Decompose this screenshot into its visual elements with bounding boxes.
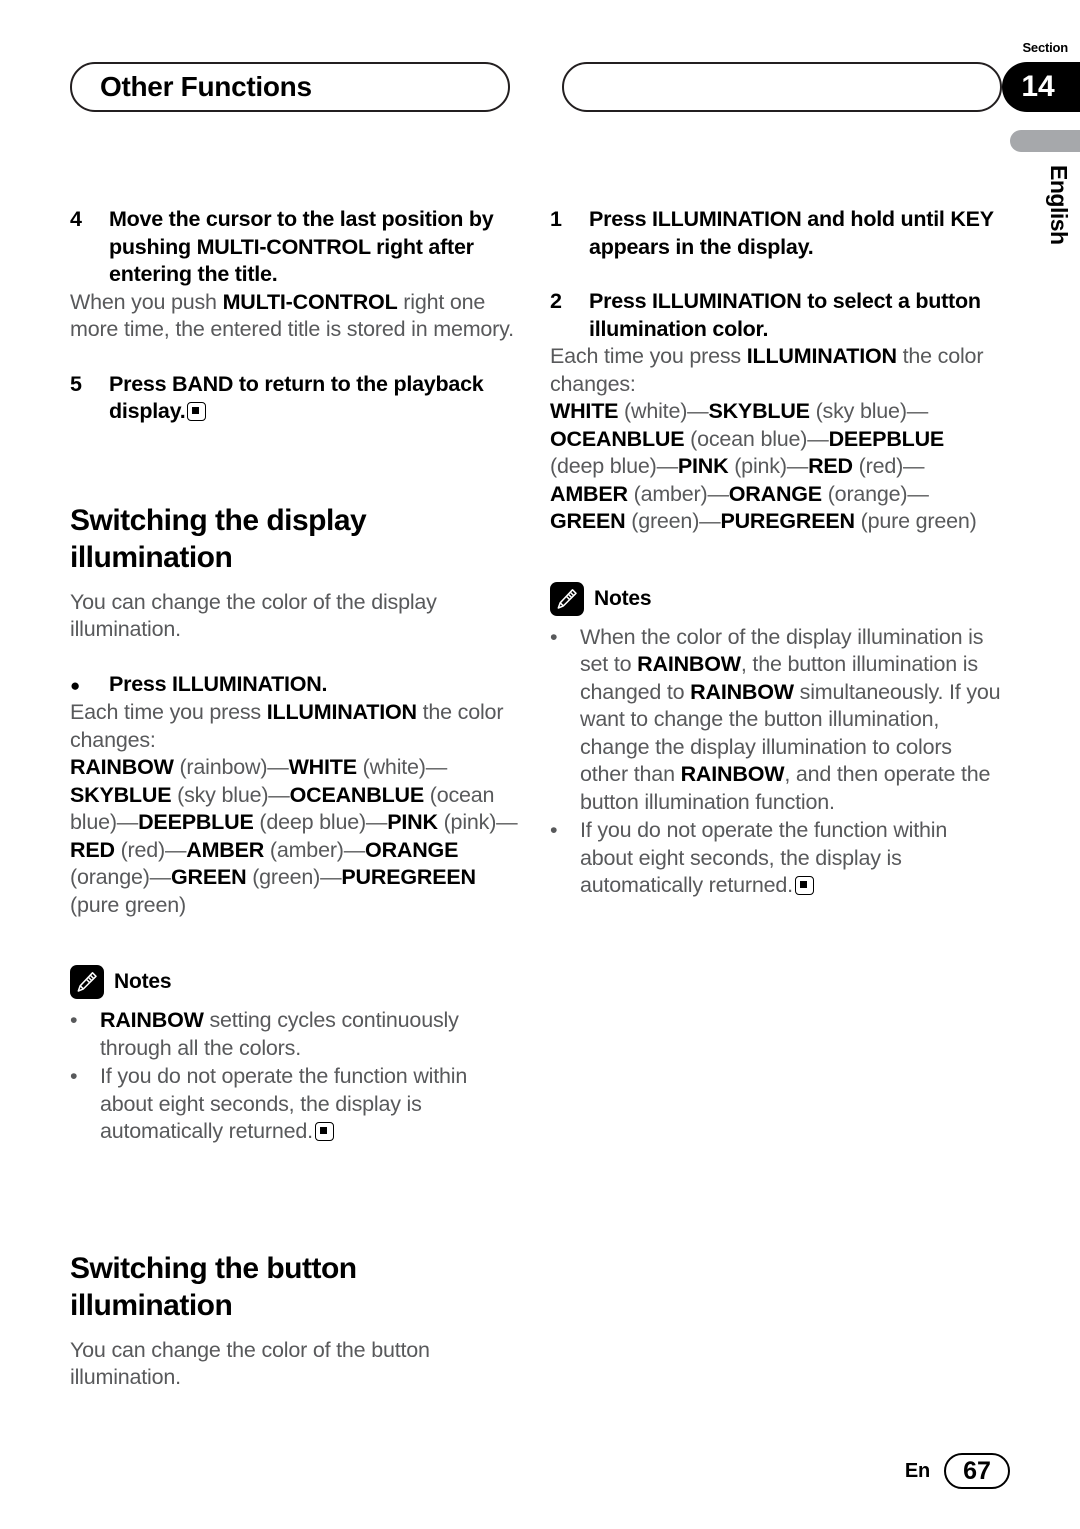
end-of-procedure-icon	[314, 1122, 334, 1141]
section-number-badge: 14	[1002, 62, 1080, 112]
note-item: • If you do not operate the function with…	[550, 817, 1002, 900]
notes-label-right: Notes	[594, 586, 652, 610]
left-each-time-text: Each time you press ILLUMINATION the col…	[70, 700, 504, 752]
end-of-procedure-icon	[794, 876, 814, 895]
step-2-title: Press ILLUMINATION to select a button il…	[589, 289, 981, 341]
step-2-number: 2	[550, 289, 562, 313]
note-bullet-icon: •	[550, 624, 558, 649]
note-item: • If you do not operate the function with…	[70, 1063, 522, 1146]
step-1-title: Press ILLUMINATION and hold until KEY ap…	[589, 207, 994, 259]
right-column: 1 Press ILLUMINATION and hold until KEY a…	[550, 206, 1002, 901]
step-2: 2 Press ILLUMINATION to select a button i…	[550, 288, 1002, 343]
step-4-title: Move the cursor to the last position by …	[109, 207, 494, 286]
note-text: When the color of the display illuminati…	[580, 624, 1001, 814]
footer-language-code: En	[904, 1459, 930, 1482]
right-each-time-text: Each time you press ILLUMINATION the col…	[550, 344, 984, 396]
note-bullet-icon: •	[70, 1008, 78, 1032]
section-label: Section	[1022, 40, 1068, 55]
heading-switching-button-illumination: Switching the button illumination	[70, 1251, 357, 1322]
notes-header-right: Notes	[550, 581, 1002, 616]
notes-label-left: Notes	[114, 970, 172, 993]
manual-page: Other Functions Section 14 English 4 Move…	[0, 0, 1080, 1529]
note-item: • RAINBOW setting cycles continuously thr…	[70, 1007, 522, 1062]
footer-page-number: 67	[944, 1453, 1010, 1489]
pencil-icon	[70, 965, 104, 999]
language-tab-marker	[1010, 130, 1080, 152]
step-1: 1 Press ILLUMINATION and hold until KEY a…	[550, 206, 1002, 261]
step-4-number: 4	[70, 207, 82, 231]
heading-switching-display-illumination: Switching the display illumination	[70, 503, 367, 574]
step-4: 4 Move the cursor to the last position by…	[70, 206, 522, 289]
notes-header-left: Notes	[70, 965, 522, 999]
step-5: 5 Press BAND to return to the playback di…	[70, 371, 522, 426]
step-4-body: When you push MULTI-CONTROL right one mo…	[70, 289, 514, 342]
note-bullet-icon: •	[550, 818, 558, 842]
note-bullet-icon: •	[70, 1064, 78, 1088]
step-1-number: 1	[550, 207, 562, 231]
step-5-title: Press BAND to return to the playback dis…	[109, 371, 484, 424]
bullet-press-illumination-label: Press ILLUMINATION.	[109, 671, 328, 696]
note-text: If you do not operate the function withi…	[580, 818, 948, 897]
end-of-procedure-icon	[187, 402, 207, 421]
page-title: Other Functions	[100, 71, 312, 102]
right-color-sequence: WHITE (white)—SKYBLUE (sky blue)—OCEANBL…	[550, 399, 977, 533]
bullet-press-illumination: ● Press ILLUMINATION.	[70, 671, 522, 700]
intro-button-illumination: You can change the color of the button i…	[70, 1337, 430, 1390]
left-color-sequence: RAINBOW (rainbow)—WHITE (white)—SKYBLUE …	[70, 755, 518, 917]
note-item: • When the color of the display illuminat…	[550, 624, 1002, 817]
intro-display-illumination: You can change the color of the display …	[70, 589, 437, 642]
language-tab-label: English	[1046, 165, 1072, 245]
step-5-number: 5	[70, 371, 82, 396]
page-footer: En 67	[905, 1453, 1010, 1489]
left-column: 4 Move the cursor to the last position by…	[70, 206, 522, 1392]
page-header-pill-left: Other Functions	[70, 62, 510, 112]
page-header-pill-right	[562, 62, 1002, 112]
note-text: If you do not operate the function withi…	[100, 1064, 468, 1143]
pencil-icon	[550, 581, 584, 616]
note-text: RAINBOW setting cycles continuously thro…	[100, 1008, 459, 1060]
filled-bullet-icon: ●	[70, 675, 81, 695]
